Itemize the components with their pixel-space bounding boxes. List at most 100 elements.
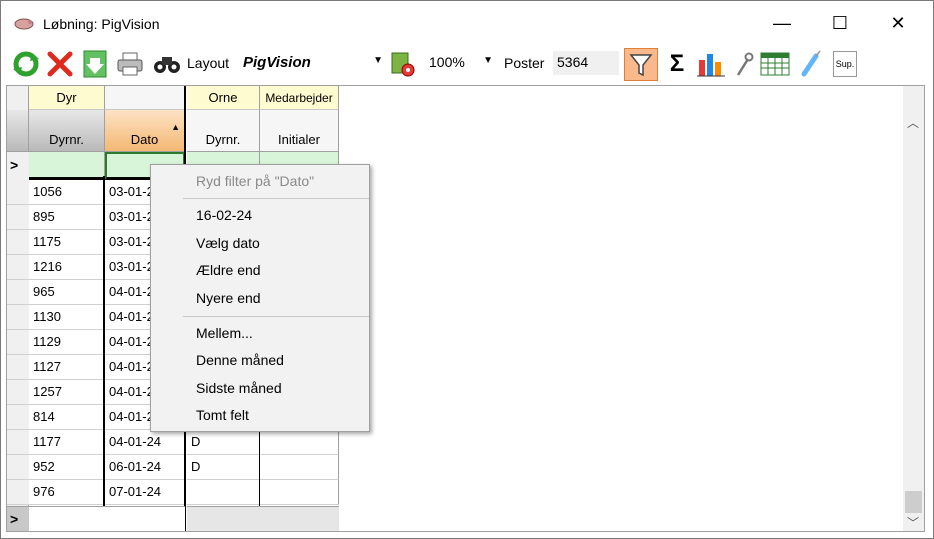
menu-item-newer-than[interactable]: Nyere end (196, 290, 261, 306)
menu-item-this-month[interactable]: Denne måned (196, 352, 284, 368)
wrench-icon (736, 52, 754, 76)
cell-dyrnr[interactable]: 952 (29, 455, 105, 480)
find-button[interactable] (151, 48, 183, 80)
tools-button[interactable] (733, 48, 755, 80)
app-pig-icon (14, 18, 34, 30)
new-row-pointer-icon: > (7, 506, 29, 531)
cell-dyrnr[interactable]: 1127 (29, 355, 105, 380)
chevron-down-icon: ▼ (373, 55, 383, 66)
bar-chart-icon (697, 54, 725, 77)
cell-dyrnr[interactable]: 895 (29, 205, 105, 230)
new-row-cell[interactable] (105, 506, 185, 531)
scroll-down-icon[interactable]: ﹀ (907, 514, 919, 531)
sum-button[interactable]: Σ (665, 48, 689, 80)
filter-button[interactable] (624, 48, 658, 81)
layout-gear-icon (391, 52, 415, 77)
row-header[interactable] (7, 405, 29, 430)
filter-cell-dyrnr[interactable] (29, 152, 105, 180)
row-header[interactable] (7, 480, 29, 505)
scroll-thumb[interactable] (905, 491, 922, 513)
cell-dyrnr[interactable]: 1129 (29, 330, 105, 355)
row-header[interactable] (7, 380, 29, 405)
row-header[interactable] (7, 180, 29, 205)
new-row-cell[interactable] (29, 506, 105, 531)
menu-item-older-than[interactable]: Ældre end (196, 262, 261, 278)
column-header-initialer[interactable]: Initialer (260, 110, 339, 152)
cell-orne-dyrnr[interactable] (187, 480, 260, 505)
row-header[interactable] (7, 305, 29, 330)
data-grid: Dyr Orne Medarbejder Dyrnr. Dato ▲ Dyrnr… (6, 85, 925, 532)
menu-item-clear-filter[interactable]: Ryd filter på "Dato" (196, 173, 314, 189)
cell-initialer[interactable] (260, 455, 339, 480)
chart-button[interactable] (695, 48, 727, 80)
row-header[interactable] (7, 280, 29, 305)
inject-button[interactable] (799, 48, 823, 80)
maximize-button[interactable]: ☐ (811, 1, 869, 45)
cell-dyrnr[interactable]: 1177 (29, 430, 105, 455)
row-header[interactable] (7, 255, 29, 280)
column-divider (103, 176, 105, 531)
close-button[interactable]: ✕ (869, 1, 927, 45)
layout-dropdown[interactable]: PigVision ▼ (237, 51, 387, 75)
cell-dyrnr[interactable]: 976 (29, 480, 105, 505)
column-header-dato-label: Dato (130, 132, 159, 147)
scroll-up-icon[interactable]: ︿ (907, 114, 919, 131)
row-header[interactable] (7, 430, 29, 455)
sigma-icon: Σ (669, 50, 685, 77)
row-header[interactable] (7, 205, 29, 230)
cell-initialer[interactable] (260, 430, 339, 455)
row-header[interactable] (7, 330, 29, 355)
cell-dyrnr[interactable]: 1175 (29, 230, 105, 255)
main-window: Løbning: PigVision — ☐ ✕ Layout PigVisio… (0, 0, 934, 539)
row-header[interactable] (7, 355, 29, 380)
menu-item-empty-field[interactable]: Tomt felt (196, 407, 249, 423)
cell-dyrnr[interactable]: 1130 (29, 305, 105, 330)
zoom-value: 100% (429, 54, 465, 70)
refresh-button[interactable] (11, 48, 41, 80)
cell-dyrnr[interactable]: 965 (29, 280, 105, 305)
menu-item-date-value[interactable]: 16-02-24 (196, 207, 252, 223)
cell-dato[interactable]: 06-01-24 (105, 455, 185, 480)
new-row-cell[interactable] (187, 506, 339, 531)
menu-item-between[interactable]: Mellem... (196, 325, 253, 341)
delete-button[interactable] (45, 48, 75, 80)
download-arrow-icon (83, 50, 107, 78)
window-title: Løbning: PigVision (43, 16, 160, 32)
layout-settings-button[interactable] (389, 48, 417, 80)
cell-dato[interactable]: 07-01-24 (105, 480, 185, 505)
binoculars-icon (154, 57, 180, 73)
sup-button[interactable]: Sup. (831, 48, 859, 80)
title-bar: Løbning: PigVision — ☐ ✕ (1, 1, 933, 45)
cell-dyrnr[interactable]: 1056 (29, 180, 105, 205)
group-header-orne: Orne (187, 86, 260, 110)
calendar-button[interactable] (759, 48, 791, 80)
cell-dyrnr[interactable]: 814 (29, 405, 105, 430)
zoom-dropdown[interactable]: 100% ▼ (425, 51, 497, 75)
funnel-icon (629, 54, 653, 77)
minimize-button[interactable]: — (753, 1, 811, 45)
printer-icon (117, 52, 143, 76)
import-button[interactable] (81, 48, 109, 80)
cell-dyrnr[interactable]: 1257 (29, 380, 105, 405)
column-header-dyrnr[interactable]: Dyrnr. (29, 110, 105, 152)
cell-initialer[interactable] (260, 480, 339, 505)
row-header[interactable] (7, 455, 29, 480)
menu-item-last-month[interactable]: Sidste måned (196, 380, 282, 396)
grid-corner[interactable] (7, 110, 29, 152)
cell-orne-dyrnr[interactable]: D (187, 430, 260, 455)
row-header[interactable] (7, 230, 29, 255)
sort-ascending-icon: ▲ (171, 122, 180, 132)
cell-dyrnr[interactable]: 1216 (29, 255, 105, 280)
column-header-orne-dyrnr[interactable]: Dyrnr. (187, 110, 260, 152)
chevron-down-icon: ▼ (483, 55, 493, 66)
column-header-dato[interactable]: Dato ▲ (105, 110, 185, 152)
vertical-scrollbar[interactable]: ︿ ﹀ (903, 86, 924, 531)
cell-dato[interactable]: 04-01-24 (105, 430, 185, 455)
print-button[interactable] (115, 48, 145, 80)
filter-context-menu: Ryd filter på "Dato" 16-02-24 Vælg dato … (150, 164, 370, 432)
layout-value: PigVision (243, 54, 311, 71)
group-header-medarbejder: Medarbejder (260, 86, 339, 110)
cell-orne-dyrnr[interactable]: D (187, 455, 260, 480)
menu-item-choose-date[interactable]: Vælg dato (196, 235, 260, 251)
group-header-dyr: Dyr (29, 86, 105, 110)
